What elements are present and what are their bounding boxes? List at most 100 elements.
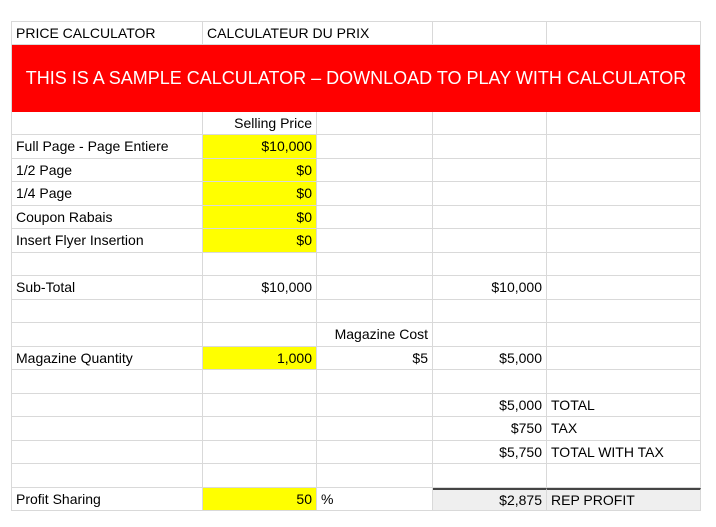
magazine-quantity-label: Magazine Quantity <box>11 346 203 370</box>
empty-cell <box>547 464 701 488</box>
empty-cell <box>11 464 203 488</box>
total-with-tax-label: TOTAL WITH TAX <box>547 440 701 464</box>
item-label: Insert Flyer Insertion <box>11 229 203 253</box>
blank-row <box>11 464 701 488</box>
blank-row <box>11 299 701 323</box>
quarter-page-price-input[interactable]: $0 <box>203 182 317 206</box>
empty-cell <box>547 111 701 135</box>
empty-cell <box>317 417 433 441</box>
empty-cell <box>317 252 433 276</box>
empty-cell <box>547 229 701 253</box>
empty-cell <box>547 276 701 300</box>
tax-row: $750 TAX <box>11 417 701 441</box>
empty-cell <box>11 323 203 347</box>
empty-cell <box>317 182 433 206</box>
empty-cell <box>547 346 701 370</box>
empty-cell <box>317 229 433 253</box>
empty-cell <box>547 158 701 182</box>
full-page-price-input[interactable]: $10,000 <box>203 135 317 159</box>
magazine-quantity-input[interactable]: 1,000 <box>203 346 317 370</box>
empty-cell <box>317 205 433 229</box>
empty-cell <box>11 440 203 464</box>
empty-cell <box>317 111 433 135</box>
blank-row <box>11 370 701 394</box>
empty-cell <box>433 323 547 347</box>
selling-price-label: Selling Price <box>203 111 317 135</box>
item-row-quarter-page: 1/4 Page $0 <box>11 182 701 206</box>
subtotal-row: Sub-Total $10,000 $10,000 <box>11 276 701 300</box>
empty-cell <box>547 323 701 347</box>
empty-cell <box>317 276 433 300</box>
empty-cell <box>203 299 317 323</box>
empty-cell <box>547 370 701 394</box>
magazine-cost-value: $5 <box>317 346 433 370</box>
empty-cell <box>433 135 547 159</box>
item-label: Coupon Rabais <box>11 205 203 229</box>
empty-cell <box>317 393 433 417</box>
empty-cell <box>433 229 547 253</box>
total-with-tax-row: $5,750 TOTAL WITH TAX <box>11 440 701 464</box>
empty-cell <box>203 370 317 394</box>
half-page-price-input[interactable]: $0 <box>203 158 317 182</box>
empty-cell <box>11 299 203 323</box>
empty-cell <box>547 299 701 323</box>
empty-cell <box>433 158 547 182</box>
empty-cell <box>317 464 433 488</box>
percent-sign: % <box>317 487 433 511</box>
profit-sharing-input[interactable]: 50 <box>203 487 317 511</box>
profit-sharing-label: Profit Sharing <box>11 487 203 511</box>
header-calculateur: CALCULATEUR DU PRIX <box>203 21 369 45</box>
empty-cell <box>547 182 701 206</box>
empty-cell <box>203 440 317 464</box>
blank-row <box>11 252 701 276</box>
empty-cell <box>317 21 433 45</box>
empty-cell <box>433 299 547 323</box>
empty-cell <box>433 111 547 135</box>
magazine-total-value: $5,000 <box>433 346 547 370</box>
item-row-full-page: Full Page - Page Entiere $10,000 <box>11 135 701 159</box>
empty-cell <box>433 464 547 488</box>
item-row-half-page: 1/2 Page $0 <box>11 158 701 182</box>
empty-cell <box>433 205 547 229</box>
item-label: Full Page - Page Entiere <box>11 135 203 159</box>
rep-profit-label: REP PROFIT <box>547 487 701 511</box>
selling-price-header-row: Selling Price <box>11 111 701 135</box>
empty-cell <box>317 299 433 323</box>
sample-banner: THIS IS A SAMPLE CALCULATOR – DOWNLOAD T… <box>11 44 701 112</box>
empty-cell <box>547 135 701 159</box>
empty-cell <box>547 252 701 276</box>
header-row: PRICE CALCULATOR CALCULATEUR DU PRIX <box>11 21 701 45</box>
empty-cell <box>547 21 701 45</box>
empty-cell <box>203 417 317 441</box>
tax-value: $750 <box>433 417 547 441</box>
tax-label: TAX <box>547 417 701 441</box>
coupon-price-input[interactable]: $0 <box>203 205 317 229</box>
empty-cell <box>433 182 547 206</box>
subtotal-label: Sub-Total <box>11 276 203 300</box>
empty-cell <box>547 205 701 229</box>
insert-flyer-price-input[interactable]: $0 <box>203 229 317 253</box>
spreadsheet: PRICE CALCULATOR CALCULATEUR DU PRIX THI… <box>11 21 701 511</box>
item-label: 1/4 Page <box>11 182 203 206</box>
empty-cell <box>203 393 317 417</box>
empty-cell <box>11 111 203 135</box>
subtotal-value-total: $10,000 <box>433 276 547 300</box>
total-row: $5,000 TOTAL <box>11 393 701 417</box>
empty-cell <box>433 21 547 45</box>
empty-cell <box>203 323 317 347</box>
magazine-cost-label: Magazine Cost <box>317 323 433 347</box>
magazine-quantity-row: Magazine Quantity 1,000 $5 $5,000 <box>11 346 701 370</box>
item-label: 1/2 Page <box>11 158 203 182</box>
empty-cell <box>203 464 317 488</box>
empty-cell <box>11 393 203 417</box>
item-row-insert-flyer: Insert Flyer Insertion $0 <box>11 229 701 253</box>
profit-sharing-row: Profit Sharing 50 % $2,875 REP PROFIT <box>11 487 701 511</box>
total-value: $5,000 <box>433 393 547 417</box>
empty-cell <box>11 252 203 276</box>
empty-cell <box>203 252 317 276</box>
empty-cell <box>317 135 433 159</box>
subtotal-value: $10,000 <box>203 276 317 300</box>
magazine-cost-header-row: Magazine Cost <box>11 323 701 347</box>
rep-profit-value: $2,875 <box>433 487 547 511</box>
total-with-tax-value: $5,750 <box>433 440 547 464</box>
